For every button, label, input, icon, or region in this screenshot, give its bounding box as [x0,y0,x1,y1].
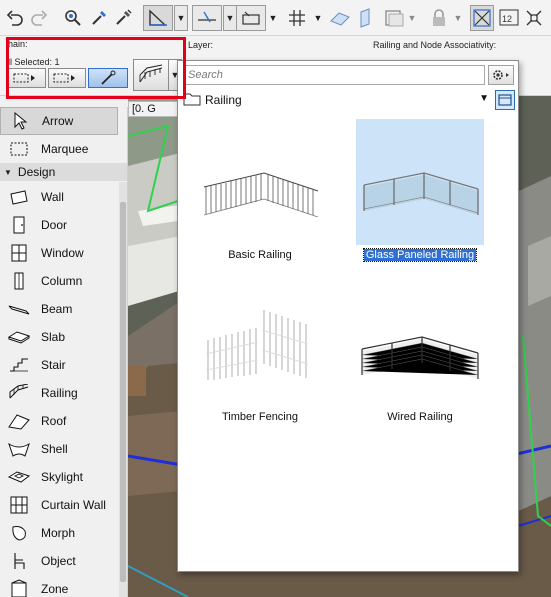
slab-icon [8,326,30,348]
design-section-header[interactable]: ▼ Design [0,163,127,181]
tool-marquee[interactable]: Marquee [0,135,118,163]
undo-icon[interactable] [4,5,26,31]
tool-skylight[interactable]: Skylight [0,463,118,491]
chain-select-button[interactable] [8,68,46,88]
redo-icon[interactable] [28,5,50,31]
tool-window[interactable]: Window [0,239,118,267]
eyedropper-icon[interactable] [88,5,110,31]
tool-beam[interactable]: Beam [0,295,118,323]
snap-dropdown[interactable]: ▼ [223,5,237,31]
tool-column[interactable]: Column [0,267,118,295]
selected-count-label: ll Selected: 1 [8,57,60,67]
guide-lines-icon[interactable] [143,5,173,31]
guide-dropdown[interactable]: ▼ [174,5,188,31]
folder-icon [183,92,201,109]
layer-box-dropdown[interactable]: ▼ [406,5,418,31]
syringe-icon[interactable] [112,5,134,31]
collapse-triangle-icon: ▼ [4,167,12,177]
beam-icon [8,298,30,320]
item-caption: Timber Fencing [221,411,298,423]
tool-arrow[interactable]: Arrow [0,107,118,135]
layer-label: Layer: [188,40,214,50]
favorite-basic-railing[interactable]: Basic Railing [196,119,324,269]
timber-fencing-thumbnail [196,281,324,407]
morph-icon [8,522,30,544]
gear-icon[interactable] [488,65,514,85]
tool-curtain-wall[interactable]: Curtain Wall [0,491,118,519]
shell-icon [8,438,30,460]
magic-wand-button[interactable] [88,68,128,88]
column-icon [8,270,30,292]
tool-object[interactable]: Object [0,547,118,575]
zone-icon [8,578,30,597]
folder-view-toggle[interactable] [495,90,515,110]
lock-icon[interactable] [428,5,450,31]
grid-snap-icon[interactable] [285,5,309,31]
tool-stair[interactable]: Stair [0,351,118,379]
railing-icon [8,382,30,404]
object-chair-icon [8,550,30,572]
window-icon [8,242,30,264]
tool-palette: Arrow Marquee ▼ Design Wall Door Window … [0,107,128,597]
plane-vertical-icon[interactable] [355,5,375,31]
roof-icon [8,410,30,432]
marquee-icon [8,138,30,160]
favorite-glass-paneled-railing[interactable]: Glass Paneled Railing [356,119,484,269]
folder-name: Railing [205,93,242,107]
skylight-icon [8,466,30,488]
arrow-icon [9,110,31,132]
snap-guides-icon[interactable] [192,5,222,31]
basic-railing-thumbnail [196,119,324,245]
railing-favorites-popup: Search Railing ▼ Basic Railing Glass Pan… [177,60,519,572]
coordinates-icon[interactable] [236,5,266,31]
door-icon [8,214,30,236]
tool-zone[interactable]: Zone [0,575,118,597]
main-toolbar: ▼ ▼ ▼ ▼ ▼ ▼ 12 [0,0,551,36]
marquee-select-button[interactable] [48,68,86,88]
coordinates-dropdown[interactable]: ▼ [267,5,279,31]
find-select-icon[interactable] [62,5,84,31]
fit-in-window-icon[interactable] [523,5,545,31]
search-input[interactable]: Search [183,65,485,85]
tool-roof[interactable]: Roof [0,407,118,435]
palette-scrollbar[interactable] [119,182,127,597]
curtain-wall-icon [8,494,30,516]
chain-label: hain: [8,39,28,49]
chevron-down-icon: ▼ [479,93,489,104]
lock-dropdown[interactable]: ▼ [452,5,464,31]
item-caption: Wired Railing [387,411,453,423]
wired-railing-thumbnail [356,281,484,407]
folder-selector[interactable]: Railing ▼ [183,90,489,110]
railing-settings-button[interactable] [133,59,169,91]
suspend-groups-icon[interactable] [470,5,494,31]
tool-shell[interactable]: Shell [0,435,118,463]
stair-icon [8,354,30,376]
tool-morph[interactable]: Morph [0,519,118,547]
favorite-wired-railing[interactable]: Wired Railing [356,281,484,431]
wall-icon [8,186,30,208]
tool-slab[interactable]: Slab [0,323,118,351]
item-caption: Glass Paneled Railing [362,248,478,262]
grid-dropdown[interactable]: ▼ [312,5,324,31]
glass-railing-thumbnail [356,119,484,245]
favorite-timber-fencing[interactable]: Timber Fencing [196,281,324,431]
dimension-numbers-icon[interactable]: 12 [497,5,521,31]
layer-box-icon[interactable] [382,5,406,31]
tool-wall[interactable]: Wall [0,183,118,211]
work-plane-icon[interactable] [327,5,353,31]
item-caption: Basic Railing [228,249,292,261]
railing-node-label: Railing and Node Associativity: [373,40,497,50]
tool-railing[interactable]: Railing [0,379,118,407]
svg-text:12: 12 [502,14,512,24]
tool-door[interactable]: Door [0,211,118,239]
